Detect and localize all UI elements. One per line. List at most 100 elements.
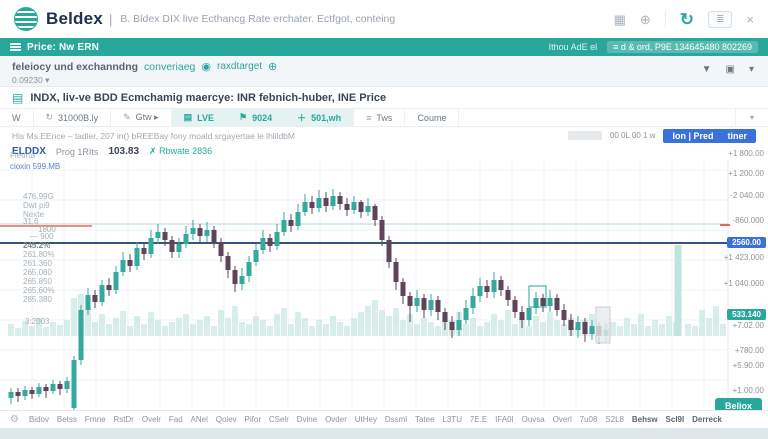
x-axis-label[interactable]: Ouvsa — [522, 415, 545, 424]
toolbar-item-501-wh[interactable]: ＋501,wh — [285, 109, 354, 126]
candle-body — [254, 250, 259, 262]
x-axis-label[interactable]: Betss — [57, 415, 77, 424]
x-axis-label[interactable]: IFA0I — [495, 415, 514, 424]
candle-body — [352, 202, 357, 210]
x-axis-label[interactable]: CSelr — [269, 415, 289, 424]
legend-price: 103.83 — [108, 146, 139, 157]
refresh-icon[interactable]: ↻ — [680, 11, 694, 28]
logo-text: Beldex — [46, 9, 103, 29]
toolbar-dropdown[interactable]: ▾ — [735, 109, 768, 126]
x-axis-label[interactable]: ANel — [191, 415, 208, 424]
candle-body — [576, 322, 581, 330]
volume-bar — [50, 322, 56, 336]
blue-price-badge: 2560.00 — [727, 237, 766, 248]
x-axis-label[interactable]: RstDr — [114, 415, 134, 424]
volume-bar — [652, 320, 658, 336]
x-axis-label[interactable]: 7E.E — [470, 415, 487, 424]
candle-body — [212, 230, 217, 242]
toolbar-item-label: Gtw ▸ — [136, 112, 159, 123]
volume-bar — [15, 328, 21, 336]
globe-icon[interactable]: ⊕ — [640, 13, 651, 26]
gear-icon[interactable]: ⚙ — [10, 414, 19, 425]
x-axis-label[interactable]: Bidov — [29, 415, 49, 424]
x-axis-label[interactable]: Frnne — [85, 415, 106, 424]
x-axis-label[interactable]: Dvine — [297, 415, 317, 424]
x-axis-label[interactable]: L3TU — [442, 415, 462, 424]
highlight-volume-bar — [675, 245, 682, 336]
x-axis-label[interactable]: Dssml — [385, 415, 407, 424]
toolbar-item-gtw-[interactable]: ✎Gtw ▸ — [111, 109, 172, 126]
toolbar-item-9024[interactable]: ⚑9024 — [227, 109, 285, 126]
subheader-title-accent: converiaeg — [144, 61, 195, 73]
volume-bar — [253, 316, 259, 336]
teal-price-badge: 533.140 — [727, 309, 766, 320]
candle-body — [562, 310, 567, 320]
toolbar-item-coume[interactable]: Coume — [405, 109, 459, 126]
candle-body — [429, 300, 434, 310]
candle-body — [79, 310, 84, 360]
toolbar-item-lve[interactable]: ▤LVE — [172, 109, 227, 126]
trade-button[interactable]: Ion | Pred tiner — [663, 129, 756, 143]
volume-bar — [386, 316, 392, 336]
x-axis-label[interactable]: Derreck — [692, 415, 722, 424]
candle-body — [65, 381, 70, 389]
candle-body — [268, 238, 273, 246]
volume-bar — [400, 320, 406, 336]
volume-bar — [379, 310, 385, 336]
close-icon[interactable]: × — [746, 13, 754, 26]
x-axis-label[interactable]: Ovelr — [142, 415, 161, 424]
volume-bar — [169, 322, 175, 336]
toolbar-item-label: LVE — [197, 113, 214, 123]
x-axis-label[interactable]: Tatee — [415, 415, 435, 424]
x-axis-label[interactable]: UtHey — [355, 415, 377, 424]
chart-subtitle-row: His Ms EEnce – tadler, 207 in() bREEBay … — [0, 127, 768, 144]
candle-body — [359, 202, 364, 212]
y-axis-label: +1 200.00 — [704, 169, 764, 178]
volume-bar — [316, 320, 322, 336]
x-axis-label[interactable]: Behsw — [632, 415, 658, 424]
target-link[interactable]: raxdtarget — [217, 61, 262, 72]
volume-bar — [71, 298, 77, 336]
toolbar-item-w[interactable]: W — [0, 109, 34, 126]
status-pill — [568, 131, 602, 140]
candle-body — [44, 387, 49, 391]
x-axis-label[interactable]: Qolev — [216, 415, 237, 424]
x-axis-label[interactable]: Ovder — [325, 415, 347, 424]
y-axis-label: -860.000 — [704, 216, 764, 225]
volume-bar — [22, 321, 28, 336]
filter-icon[interactable]: ▼ — [702, 64, 712, 75]
volume-bar — [120, 311, 126, 336]
candle-body — [205, 230, 210, 236]
grid-icon[interactable]: ▦ — [614, 13, 626, 26]
timer-text: 00 0L 00 1 w — [610, 131, 656, 140]
volume-bar — [526, 326, 532, 336]
copy-icon[interactable]: ▣ — [726, 64, 735, 75]
toolbar-item-31000b-ly[interactable]: ↻31000B.ly — [34, 109, 112, 126]
x-axis-label[interactable]: Overl — [553, 415, 572, 424]
x-axis-label[interactable]: Fad — [169, 415, 183, 424]
legend-symbol[interactable]: ELDDX — [12, 146, 46, 157]
volume-bar — [351, 318, 357, 336]
candlestick-chart[interactable] — [0, 160, 768, 410]
candle-body — [485, 286, 490, 292]
candle-body — [471, 296, 476, 308]
volume-bar — [631, 324, 637, 336]
volume-bar — [498, 320, 504, 336]
candle-body — [387, 240, 392, 262]
x-axis-label[interactable]: Scl9l — [666, 415, 685, 424]
chevron-down-icon[interactable]: ▾ — [749, 64, 754, 75]
x-axis-label[interactable]: 7u08 — [580, 415, 598, 424]
volume-bar — [554, 320, 560, 336]
candle-body — [513, 300, 518, 312]
candle-body — [443, 312, 448, 322]
menu-pill-button[interactable]: ≣ — [708, 11, 732, 28]
candle-body — [149, 238, 154, 254]
toolbar-item-tws[interactable]: ≡Tws — [354, 109, 405, 126]
x-axis-label[interactable]: Pifor — [245, 415, 261, 424]
x-axis-label[interactable]: S2L8 — [605, 415, 624, 424]
candle-body — [184, 234, 189, 244]
candle-body — [198, 228, 203, 236]
candle-body — [303, 202, 308, 212]
circle-icon: ◉ — [201, 60, 211, 73]
banner-order-badge[interactable]: ≡ d & ord, P9E 134645480 802269 — [607, 41, 758, 53]
